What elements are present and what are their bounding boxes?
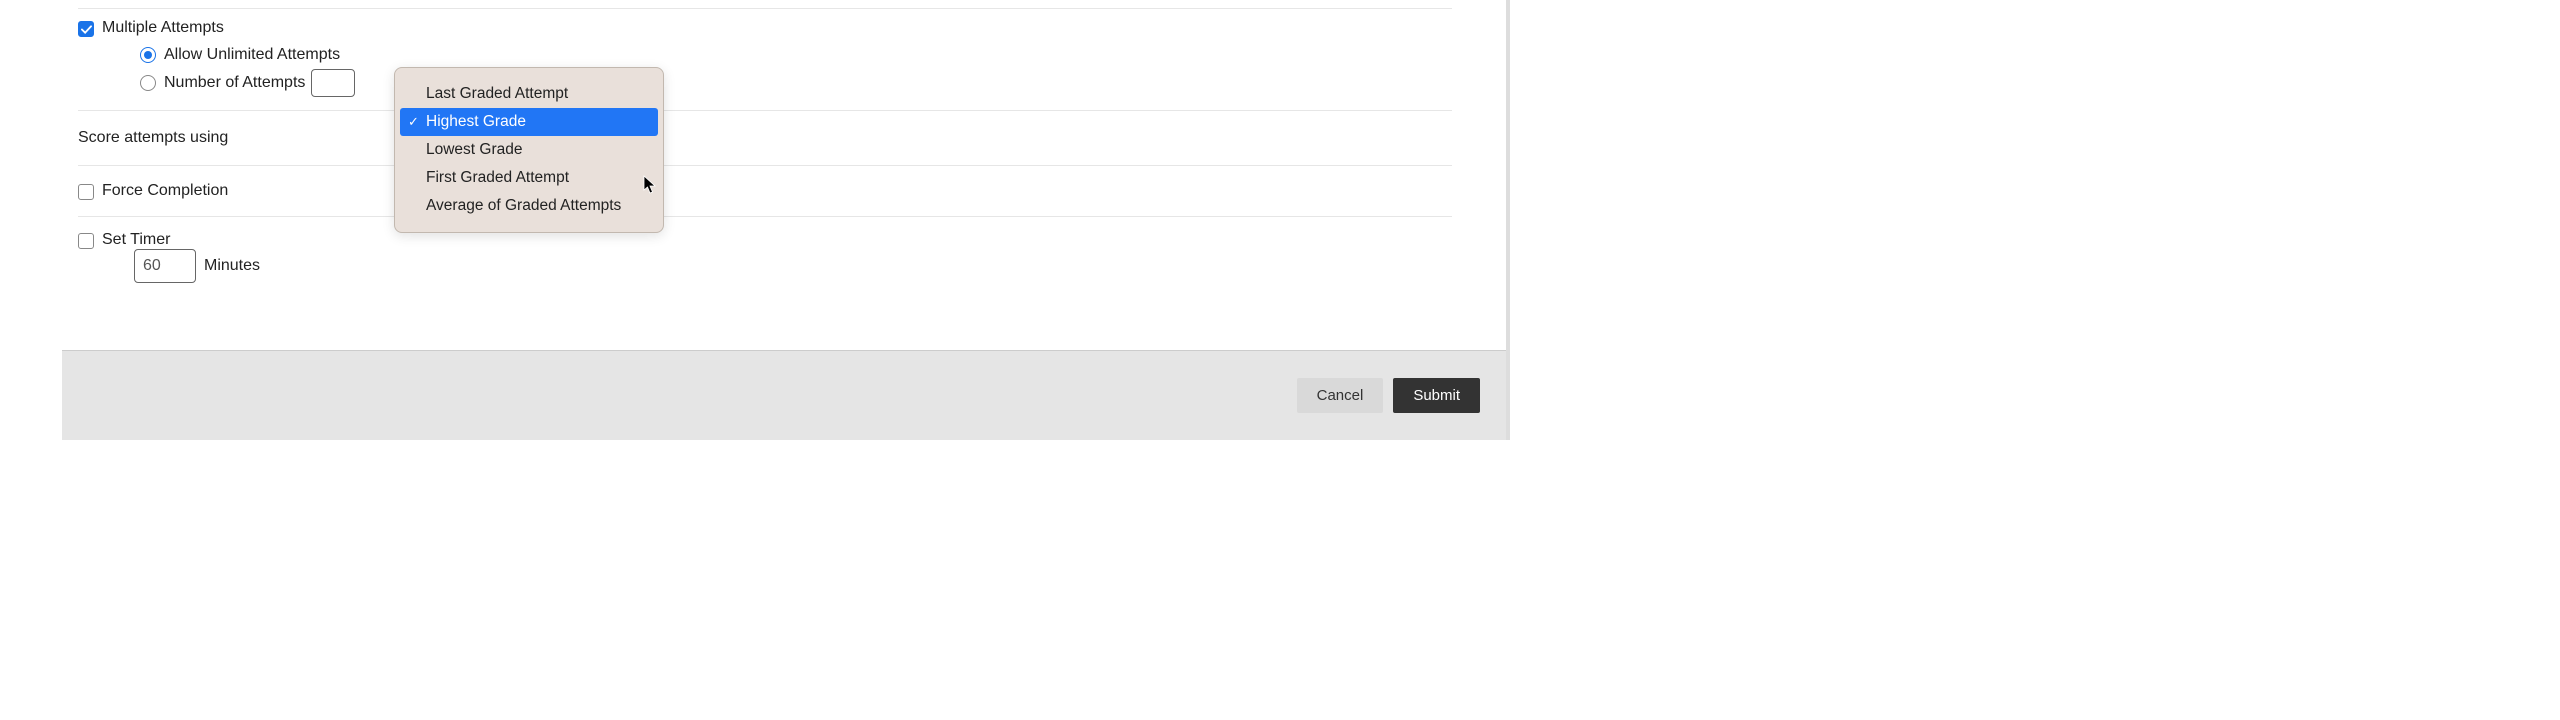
number-of-attempts-label: Number of Attempts [164, 74, 305, 92]
dropdown-option[interactable]: ✓Average of Graded Attempts [400, 192, 658, 220]
dropdown-option[interactable]: ✓Lowest Grade [400, 136, 658, 164]
force-completion-checkbox[interactable] [78, 184, 94, 200]
dropdown-option[interactable]: ✓First Graded Attempt [400, 164, 658, 192]
dropdown-option[interactable]: ✓Highest Grade [400, 108, 658, 136]
submit-button[interactable]: Submit [1393, 378, 1480, 413]
multiple-attempts-label: Multiple Attempts [102, 19, 224, 37]
number-of-attempts-input[interactable] [311, 69, 355, 97]
score-attempts-label: Score attempts using [78, 129, 333, 147]
multiple-attempts-checkbox[interactable] [78, 21, 94, 37]
allow-unlimited-label: Allow Unlimited Attempts [164, 46, 340, 64]
footer-bar: Cancel Submit [62, 350, 1510, 440]
dropdown-option[interactable]: ✓Last Graded Attempt [400, 80, 658, 108]
set-timer-checkbox[interactable] [78, 233, 94, 249]
score-attempts-dropdown[interactable]: ✓Last Graded Attempt ✓Highest Grade ✓Low… [394, 67, 664, 233]
cancel-button[interactable]: Cancel [1297, 378, 1384, 413]
allow-unlimited-radio[interactable] [140, 47, 156, 63]
number-of-attempts-radio[interactable] [140, 75, 156, 91]
timer-minutes-input[interactable] [134, 249, 196, 283]
panel-border [1506, 0, 1510, 440]
set-timer-label: Set Timer [102, 231, 170, 249]
timer-unit-label: Minutes [204, 257, 260, 275]
force-completion-label: Force Completion [102, 182, 228, 200]
